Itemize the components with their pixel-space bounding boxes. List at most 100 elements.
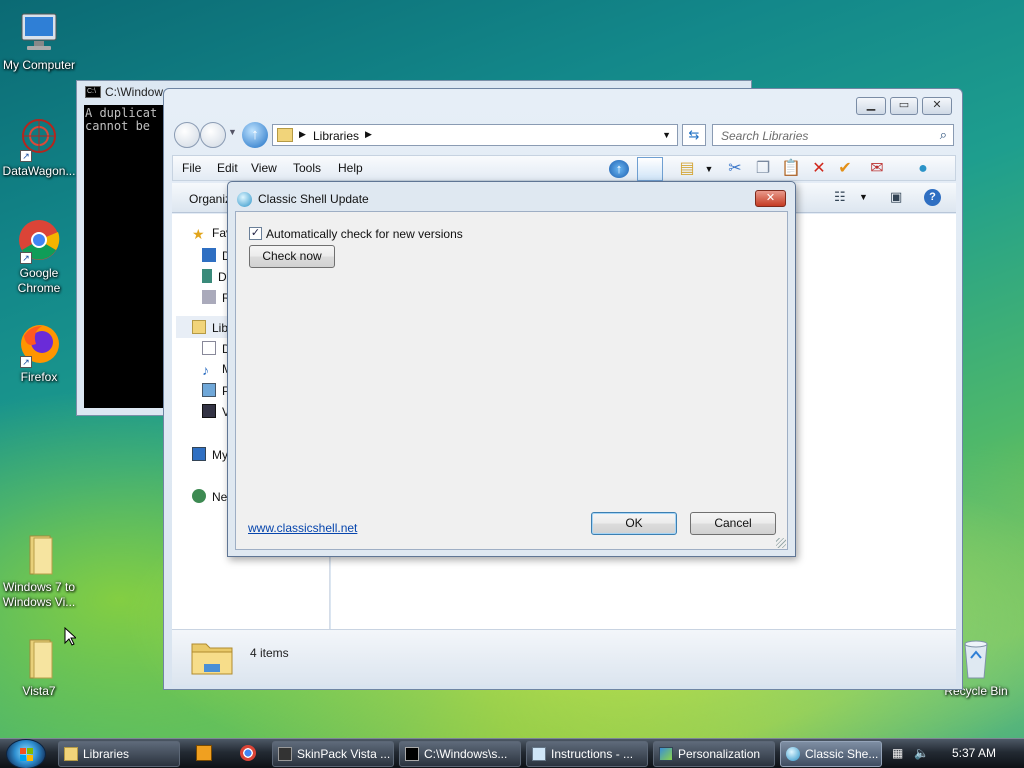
properties-check-icon[interactable]: ✔ — [835, 160, 855, 178]
help-icon[interactable]: ? — [924, 189, 941, 206]
up-folder-icon[interactable]: ↑ — [242, 122, 268, 148]
chrome-icon[interactable] — [240, 745, 256, 761]
desktop-icon-my-computer[interactable]: My Computer — [0, 10, 81, 73]
search-box[interactable]: Search Libraries ⌕ — [712, 124, 954, 146]
shortcut-arrow-icon: ↗ — [20, 252, 32, 264]
folder-options-icon[interactable]: ▤ — [677, 160, 697, 178]
recent-pages-chevron-icon[interactable]: ▼ — [228, 127, 237, 137]
dialog-close-button[interactable]: ✕ — [755, 190, 786, 207]
nav-network[interactable]: Ne — [192, 489, 227, 504]
desktop-icon-datawagon[interactable]: ↗ DataWagon... — [0, 116, 81, 179]
forward-button[interactable] — [200, 122, 226, 148]
command-prompt-icon: C:\ — [85, 86, 101, 98]
mouse-cursor-icon — [64, 627, 76, 646]
classic-shell-update-dialog[interactable]: Classic Shell Update ✕ ✓ Automatically c… — [227, 181, 796, 557]
desktop-icon-windows7-folder[interactable]: Windows 7 to Windows Vi... — [0, 532, 81, 610]
nav-computer[interactable]: My — [192, 447, 228, 462]
task-instructions[interactable]: Instructions - ... — [526, 741, 648, 767]
menu-file[interactable]: File — [182, 161, 201, 175]
view-dropdown-icon[interactable]: ▼ — [859, 192, 868, 202]
network-tray-icon[interactable]: ▦ — [892, 746, 906, 760]
computer-icon — [192, 447, 206, 461]
dropdown-chevron-icon[interactable]: ▼ — [699, 160, 719, 178]
check-now-button[interactable]: Check now — [249, 245, 335, 268]
address-bar[interactable]: ▶ Libraries ▶ ▼ — [272, 124, 678, 146]
menu-view[interactable]: View — [251, 161, 277, 175]
skinpack-icon — [278, 747, 292, 761]
start-button[interactable] — [6, 739, 46, 768]
volume-tray-icon[interactable]: 🔈 — [914, 746, 929, 760]
item-count: 4 items — [250, 646, 289, 660]
classic-shell-icon — [237, 192, 252, 207]
desktop-icon-firefox[interactable]: ↗ Firefox — [0, 322, 81, 385]
computer-icon — [16, 10, 62, 56]
maximize-button[interactable]: ▭ — [890, 97, 918, 115]
search-placeholder: Search Libraries — [721, 129, 809, 143]
address-dropdown-icon[interactable]: ▼ — [662, 130, 671, 140]
dialog-title: Classic Shell Update — [258, 192, 369, 206]
classic-shell-icon[interactable]: ● — [913, 160, 933, 178]
auto-check-checkbox[interactable]: ✓ — [249, 227, 262, 240]
close-window-button[interactable]: ✕ — [922, 97, 952, 115]
breadcrumb-arrow-icon[interactable]: ▶ — [299, 129, 306, 140]
desktop-icon-label: Windows 7 to Windows Vi... — [2, 580, 76, 609]
desktop-icon-label: Vista7 — [22, 684, 56, 698]
windows-logo-icon — [20, 748, 33, 761]
menu-edit[interactable]: Edit — [217, 161, 238, 175]
website-link[interactable]: www.classicshell.net — [248, 521, 357, 535]
desktop-icon-label: Firefox — [20, 370, 58, 384]
delete-icon[interactable]: ✕ — [809, 160, 829, 178]
menu-help[interactable]: Help — [338, 161, 363, 175]
nav-item[interactable]: V — [202, 404, 230, 419]
resize-grip[interactable] — [776, 538, 786, 548]
console-title: C:\Window — [105, 85, 164, 99]
task-classic-shell[interactable]: Classic She... — [780, 741, 882, 767]
ok-button[interactable]: OK — [591, 512, 677, 535]
up-arrow-icon[interactable]: ↑ — [609, 160, 629, 178]
documents-icon — [202, 341, 216, 355]
task-personalization[interactable]: Personalization — [653, 741, 775, 767]
task-skinpack[interactable]: SkinPack Vista ... — [272, 741, 394, 767]
desktop-icon-label: Google Chrome — [17, 266, 61, 295]
desktop-icon-google-chrome[interactable]: ↗ Google Chrome — [0, 218, 81, 296]
view-options-icon[interactable]: ☷ — [834, 189, 846, 205]
organize-menu[interactable]: Organiz — [189, 192, 231, 206]
cancel-button[interactable]: Cancel — [690, 512, 776, 535]
clock[interactable]: 5:37 AM — [952, 746, 996, 760]
auto-check-label[interactable]: Automatically check for new versions — [266, 227, 463, 241]
address-text: Libraries — [313, 129, 360, 143]
email-icon[interactable]: ✉ — [867, 160, 887, 178]
task-libraries[interactable]: Libraries — [58, 741, 180, 767]
refresh-button[interactable]: ⇆ — [682, 124, 706, 146]
nav-favorites[interactable]: ★ Fav — [192, 226, 232, 241]
firefox-icon: ↗ — [16, 322, 62, 368]
shortcut-arrow-icon: ↗ — [20, 356, 32, 368]
breadcrumb-arrow-icon[interactable]: ▶ — [365, 129, 372, 140]
desktop-icon-label: My Computer — [2, 58, 76, 72]
network-icon — [192, 489, 206, 503]
videos-icon — [202, 404, 216, 418]
media-player-icon[interactable] — [196, 745, 212, 761]
star-icon: ★ — [192, 226, 205, 242]
desktop-icon-label: DataWagon... — [2, 164, 76, 178]
folder-icon — [64, 747, 78, 761]
preview-pane-icon[interactable]: ▣ — [890, 189, 902, 205]
shortcut-arrow-icon: ↗ — [20, 150, 32, 162]
library-folder-icon — [277, 128, 293, 142]
music-icon: ♪ — [202, 362, 209, 378]
back-button[interactable] — [174, 122, 200, 148]
paste-icon[interactable]: 📋 — [781, 160, 801, 178]
folders-pane-icon[interactable] — [637, 157, 663, 181]
nav-item[interactable]: D — [202, 269, 227, 284]
menu-tools[interactable]: Tools — [293, 161, 321, 175]
copy-icon[interactable]: ❐ — [753, 160, 773, 178]
nav-item[interactable]: P — [202, 383, 230, 398]
task-command-prompt[interactable]: C:\Windows\s... — [399, 741, 521, 767]
menu-bar: File Edit View Tools Help ↑ ▤ ▼ ✂ ❐ 📋 ✕ … — [172, 155, 956, 181]
cut-icon[interactable]: ✂ — [725, 160, 745, 178]
search-icon[interactable]: ⌕ — [940, 127, 947, 143]
nav-libraries[interactable]: Libr — [192, 320, 232, 335]
chrome-icon: ↗ — [16, 218, 62, 264]
pictures-icon — [202, 383, 216, 397]
minimize-button[interactable]: ▁ — [856, 97, 886, 115]
